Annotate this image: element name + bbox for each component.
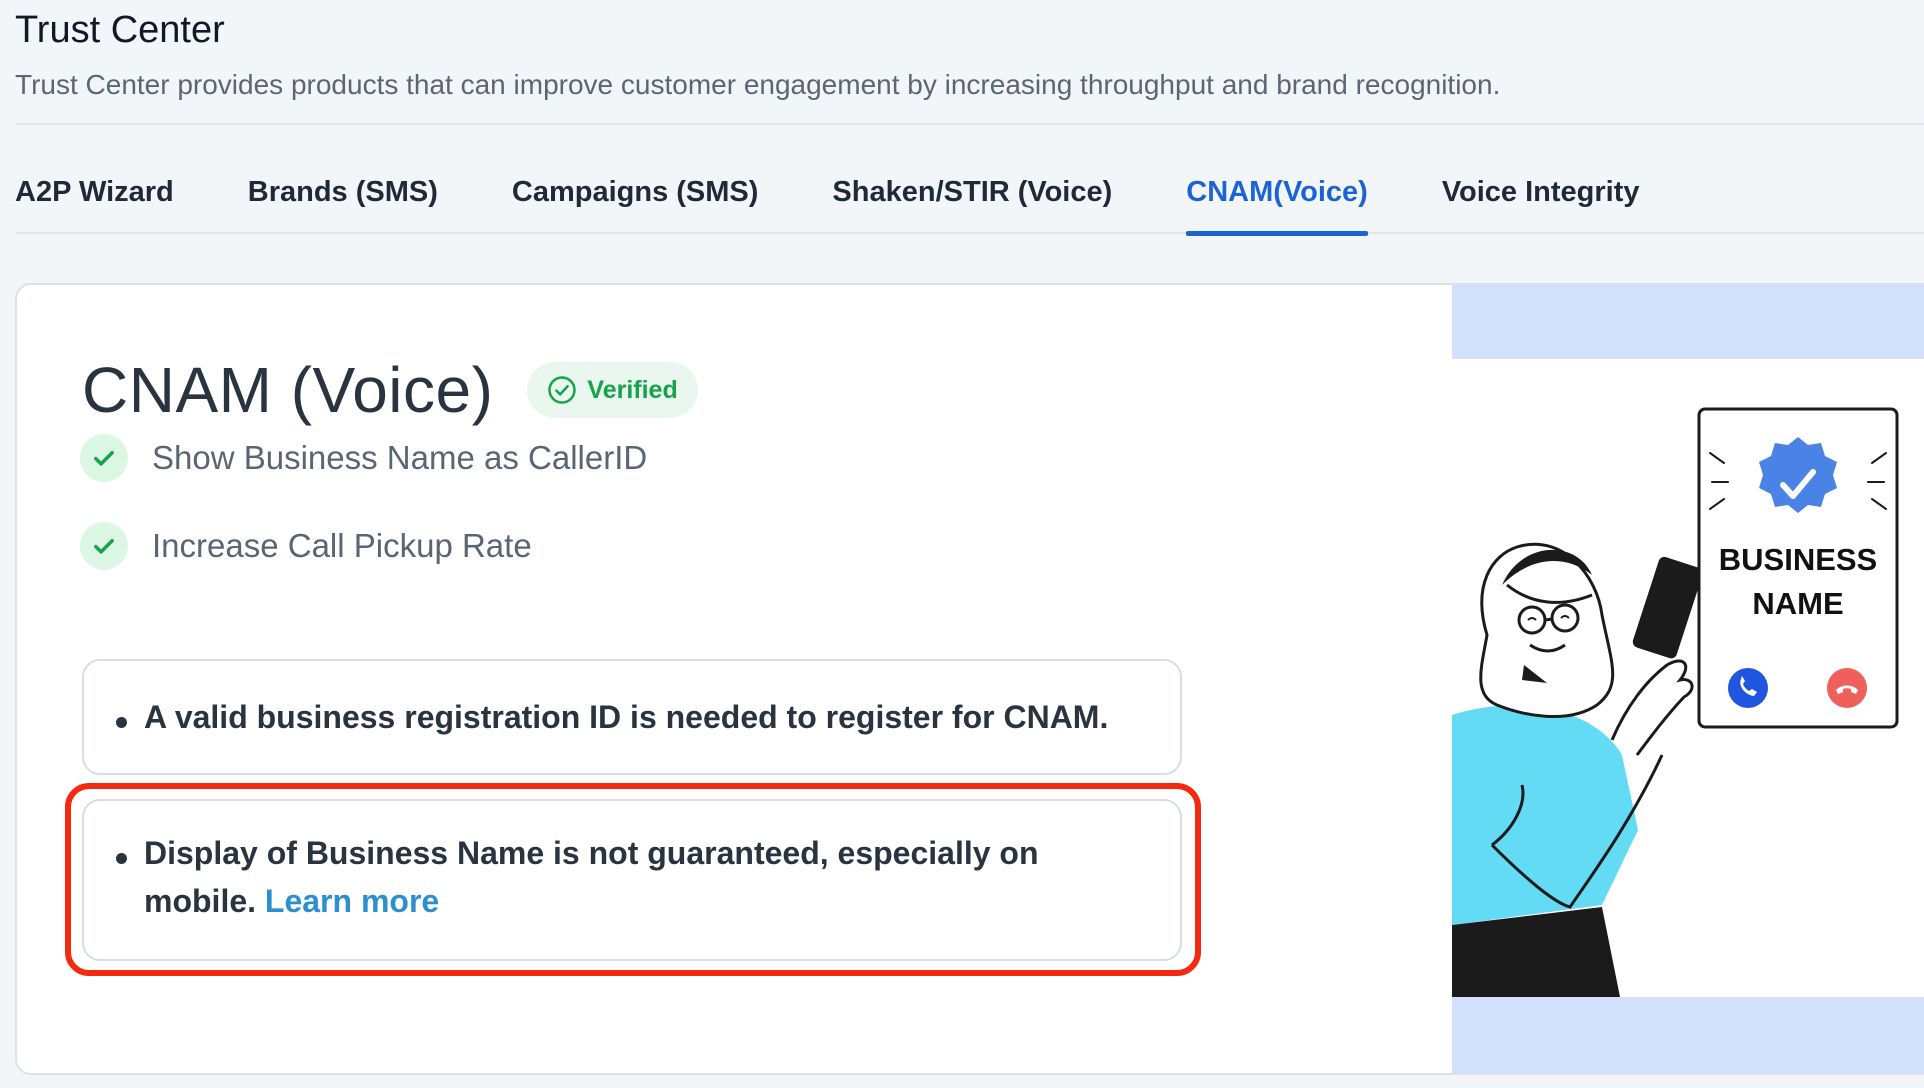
business-label-line1: BUSINESS — [1719, 542, 1877, 577]
tab-cnam-voice[interactable]: CNAM(Voice) — [1186, 152, 1368, 236]
tab-shaken-stir-voice[interactable]: Shaken/STIR (Voice) — [832, 152, 1112, 234]
tab-a2p-wizard[interactable]: A2P Wizard — [15, 152, 174, 234]
feature-label: Increase Call Pickup Rate — [152, 527, 532, 564]
feature-label: Show Business Name as CallerID — [152, 439, 648, 476]
card-title: CNAM (Voice) — [82, 354, 494, 426]
card-title-row: CNAM (Voice) Verified — [82, 353, 698, 427]
note-text: A valid business registration ID is need… — [144, 699, 1109, 735]
check-icon — [80, 434, 128, 482]
caller-id-illustration: BUSINESS NAME — [1452, 285, 1924, 1073]
business-label-line2: NAME — [1752, 586, 1843, 621]
accept-call-icon — [1728, 668, 1768, 708]
tab-bar: A2P Wizard Brands (SMS) Campaigns (SMS) … — [15, 152, 1924, 236]
page-subtitle: Trust Center provides products that can … — [15, 68, 1501, 100]
tab-campaigns-sms[interactable]: Campaigns (SMS) — [512, 152, 759, 234]
note-not-guaranteed: Display of Business Name is not guarante… — [82, 799, 1182, 961]
tab-brands-sms[interactable]: Brands (SMS) — [248, 152, 438, 234]
check-circle-icon — [548, 376, 577, 404]
decline-call-icon — [1827, 668, 1867, 708]
header-divider — [15, 123, 1924, 125]
check-icon — [80, 522, 128, 570]
bullet — [116, 853, 127, 864]
page-title: Trust Center — [15, 9, 225, 51]
feature-pickup-rate: Increase Call Pickup Rate — [80, 522, 532, 570]
verified-label: Verified — [587, 375, 678, 404]
page-header: Trust Center Trust Center provides produ… — [15, 8, 1924, 101]
learn-more-link[interactable]: Learn more — [265, 883, 439, 919]
bullet — [116, 717, 127, 728]
note-registration-id: A valid business registration ID is need… — [82, 659, 1182, 775]
verified-badge: Verified — [527, 362, 698, 418]
tab-voice-integrity[interactable]: Voice Integrity — [1442, 152, 1640, 234]
feature-callerid: Show Business Name as CallerID — [80, 434, 647, 482]
